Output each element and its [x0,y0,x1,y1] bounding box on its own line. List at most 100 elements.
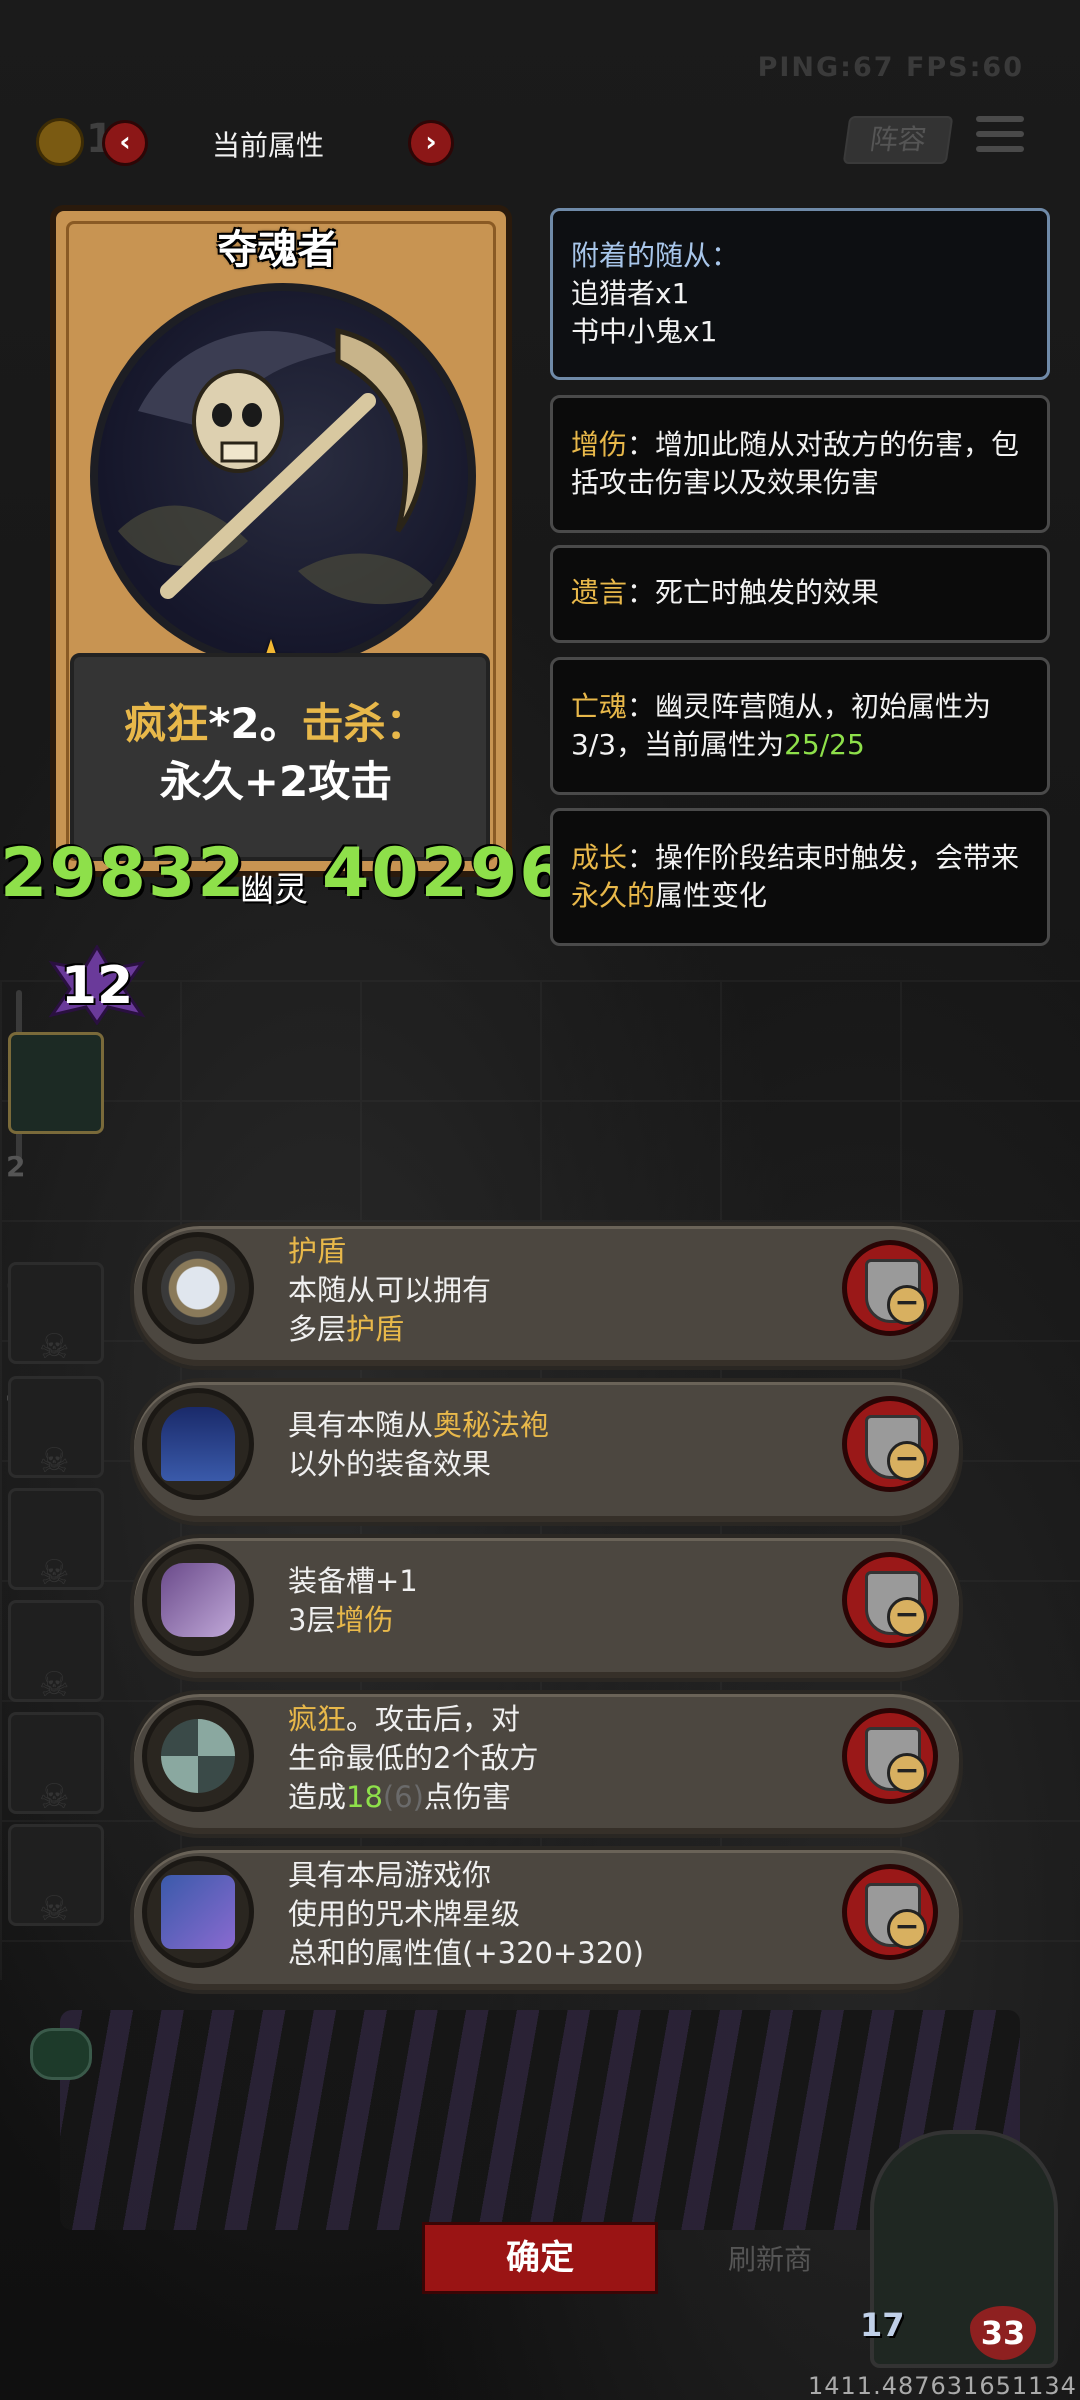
lineup-button[interactable]: 阵容 [842,116,954,164]
energy-count: 17 [860,2306,905,2344]
sidebar-minion-slot[interactable]: ☠ [8,1376,104,1481]
effect-line-part: (6) [382,1780,425,1814]
effect-line-part: 多层 [288,1312,347,1346]
effect-line: 护盾 [288,1234,347,1268]
growth-keyword-panel: 成长：操作阶段结束时触发，会带来永久的属性变化 [550,808,1050,946]
skull-icon: ☠ [39,1889,70,1929]
minus-icon: − [887,1441,927,1481]
skull-icon: ☠ [39,1665,70,1705]
sidebar-minion-slot[interactable]: ☠ [8,1600,104,1705]
effect-bar [130,1690,963,1838]
minus-icon: − [887,1753,927,1793]
effect-line-part: 疯狂 [288,1702,347,1736]
effect-line-part: 增伤 [335,1603,394,1637]
remove-effect-button[interactable]: − [842,1240,938,1336]
effect-text: 疯狂。攻击后，对 生命最低的2个敌方 造成18(6)点伤害 [288,1700,538,1817]
refresh-shop-button[interactable]: 刷新商 [728,2238,812,2278]
health-value: 40296 [322,834,569,913]
effect-line: 本随从可以拥有 [288,1273,492,1307]
deathrattle-term: 遗言 [571,576,628,609]
next-arrow-button[interactable]: › [408,120,454,166]
effect-text: 具有本随从奥秘法袍 以外的装备效果 [288,1406,549,1484]
sidebar-minion-slot[interactable]: ☠ [8,1824,104,1929]
skull-icon: ☠ [39,1441,70,1481]
ping-fps-readout: PING:67 FPS:60 [757,52,1024,83]
effect-line-part: 3层 [288,1603,336,1637]
page-title: 当前属性 [212,129,325,162]
effect-line-part: 具有本随从 [288,1408,434,1442]
effect-line: 装备槽+1 [288,1564,418,1598]
effect-text: 装备槽+1 3层增伤 [288,1562,418,1640]
card-ability-text: 疯狂*2。击杀： 永久+2攻击 [70,695,482,811]
damage-keyword-panel: 增伤：增加此随从对敌方的伤害，包括攻击伤害以及效果伤害 [550,395,1050,533]
effect-row-gauntlet: 装备槽+1 3层增伤 − [130,1534,963,1682]
prev-arrow-button[interactable]: ‹ [102,120,148,166]
sidebar-minion-slot[interactable]: ☠ [8,1488,104,1593]
effect-bar [130,1534,963,1682]
effect-text: 护盾 本随从可以拥有 多层护盾 [288,1232,491,1349]
sidebar-minion-slot[interactable]: ☠ [8,1712,104,1817]
effect-line: 造成18(6)点伤害 [288,1778,538,1817]
skull-icon: ☠ [39,1553,70,1593]
remove-effect-button[interactable]: − [842,1864,938,1960]
spellbook-icon [142,1856,254,1968]
effect-row-shield: 护盾 本随从可以拥有 多层护盾 − [130,1222,963,1370]
reaper-illustration [118,327,438,605]
tribe-label: 幽灵 [240,870,308,910]
effect-line: 使用的咒术牌星级 [288,1897,521,1931]
robe-icon [142,1388,254,1500]
effect-line: 总和的属性值(+320+320) [288,1936,644,1970]
attack-value: 29832 [0,834,247,913]
damage-term: 增伤 [571,428,628,461]
remove-effect-button[interactable]: − [842,1552,938,1648]
effect-line-part: 18 [346,1780,383,1814]
minus-icon: − [887,1909,927,1949]
effect-line-part: 护盾 [346,1312,405,1346]
growth-term: 成长 [571,841,628,874]
footer-id: 1411.487631651134 [808,2372,1077,2400]
madness-keyword: 疯狂 [124,699,209,748]
growth-highlight: 永久的 [571,879,656,912]
attached-minions-panel: 附着的随从： 追猎者x1 书中小鬼x1 [550,208,1050,380]
effect-line: 具有本随从奥秘法袍 [288,1406,549,1445]
effect-line: 疯狂。攻击后，对 [288,1700,538,1739]
sidebar-minion-slot[interactable]: ☠ [8,1262,104,1367]
menu-icon[interactable] [976,116,1024,160]
effect-row-robe: 具有本随从奥秘法袍 以外的装备效果 − [130,1378,963,1526]
reaper-portrait [90,283,476,669]
effect-line: 3层增伤 [288,1601,418,1640]
effect-line: 生命最低的2个敌方 [288,1741,539,1775]
damage-description: ：增加此随从对敌方的伤害，包括攻击伤害以及效果伤害 [571,428,1020,499]
effect-row-scythe: 疯狂。攻击后，对 生命最低的2个敌方 造成18(6)点伤害 − [130,1690,963,1838]
remove-effect-button[interactable]: − [842,1396,938,1492]
soul-term: 亡魂 [571,690,628,723]
effect-text: 具有本局游戏你 使用的咒术牌星级 总和的属性值(+320+320) [288,1856,644,1973]
card-ability-line-1: 疯狂*2。击杀： [70,695,482,753]
effect-line: 以外的装备效果 [288,1447,492,1481]
minion-card: 夺魂者 ★ 疯狂*2。击杀： 永久+2攻击 [40,205,515,905]
effect-line-part: 。攻击后，对 [346,1702,521,1736]
attached-title: 附着的随从： [571,239,740,272]
effect-line-part: 造成 [288,1780,347,1814]
soul-current-stats: 25/25 [784,728,865,761]
growth-description: ：操作阶段结束时触发，会带来 [627,841,1020,874]
deathrattle-keyword-panel: 遗言：死亡时触发的效果 [550,545,1050,643]
slot-number: 2 [6,1150,26,1183]
sidebar-minion-slot[interactable] [8,1032,104,1134]
minus-icon: − [887,1597,927,1637]
confirm-button[interactable]: 确定 [422,2222,658,2294]
gauntlet-icon [142,1544,254,1656]
effect-line: 具有本局游戏你 [288,1858,492,1892]
coin-icon [36,118,84,166]
kill-keyword: 击杀： [301,699,428,748]
soul-keyword-panel: 亡魂：幽灵阵营随从，初始属性为3/3，当前属性为25/25 [550,657,1050,795]
attached-item: 书中小鬼x1 [571,315,718,348]
chat-icon[interactable] [30,2028,92,2080]
attached-item: 追猎者x1 [571,277,690,310]
deathrattle-description: ：死亡时触发的效果 [627,576,880,609]
growth-description-end: 属性变化 [655,879,768,912]
effect-row-spellbook: 具有本局游戏你 使用的咒术牌星级 总和的属性值(+320+320) − [130,1846,963,1994]
soul-description: ：幽灵阵营随从，初始属性为3/3，当前属性为 [571,690,992,761]
remove-effect-button[interactable]: − [842,1708,938,1804]
minus-icon: − [887,1285,927,1325]
